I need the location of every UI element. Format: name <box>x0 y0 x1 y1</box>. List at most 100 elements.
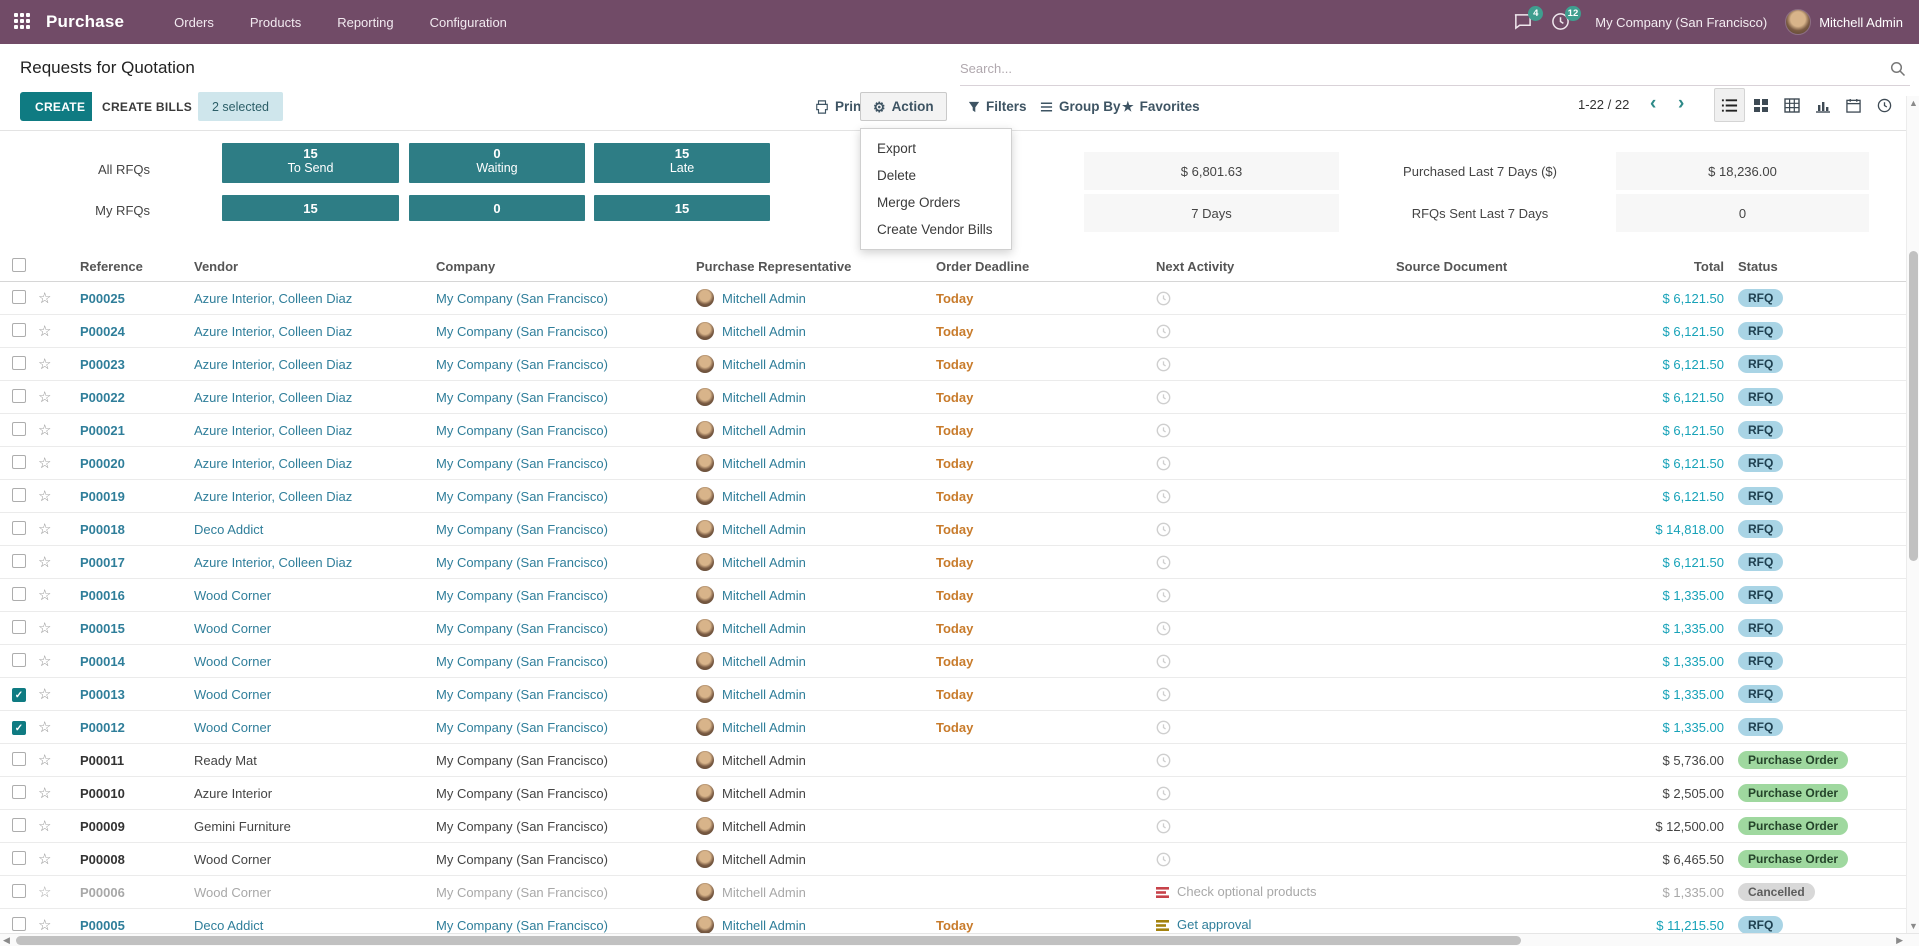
vendor-link[interactable]: Gemini Furniture <box>178 819 420 834</box>
purchase-representative[interactable]: Mitchell Admin <box>680 685 920 703</box>
table-row[interactable]: ✓ ☆ P00012 Wood Corner My Company (San Franc… <box>0 711 1919 744</box>
favorite-star-icon[interactable]: ☆ <box>38 586 64 604</box>
pager-previous-icon[interactable]: ‹ <box>1650 93 1656 115</box>
company-link[interactable]: My Company (San Francisco) <box>420 423 680 438</box>
purchase-representative[interactable]: Mitchell Admin <box>680 850 920 868</box>
next-activity-icon[interactable] <box>1140 521 1380 537</box>
table-row[interactable]: ☆ P00015 Wood Corner My Company (San Franci… <box>0 612 1919 645</box>
reference-link[interactable]: P00006 <box>64 885 178 900</box>
reference-link[interactable]: P00023 <box>64 357 178 372</box>
reference-link[interactable]: P00010 <box>64 786 178 801</box>
col-status[interactable]: Status <box>1730 259 1919 274</box>
activities-icon[interactable]: 12 <box>1551 6 1582 32</box>
col-source-document[interactable]: Source Document <box>1380 259 1600 274</box>
vendor-link[interactable]: Azure Interior, Colleen Diaz <box>178 489 420 504</box>
purchase-representative[interactable]: Mitchell Admin <box>680 883 920 901</box>
horizontal-scrollbar[interactable]: ◀ ▶ <box>0 933 1919 946</box>
favorite-star-icon[interactable]: ☆ <box>38 553 64 571</box>
all-rfqs-to-send-box[interactable]: 15 To Send <box>222 143 399 183</box>
row-checkbox[interactable] <box>0 619 38 637</box>
company-link[interactable]: My Company (San Francisco) <box>420 753 680 768</box>
row-checkbox[interactable] <box>0 520 38 538</box>
row-checkbox[interactable] <box>0 784 38 802</box>
company-link[interactable]: My Company (San Francisco) <box>420 291 680 306</box>
table-row[interactable]: ☆ P00019 Azure Interior, Colleen Diaz My Co… <box>0 480 1919 513</box>
calendar-view-button[interactable] <box>1838 88 1869 122</box>
vendor-link[interactable]: Wood Corner <box>178 621 420 636</box>
next-activity-icon[interactable] <box>1140 653 1380 669</box>
next-activity-icon[interactable] <box>1140 422 1380 438</box>
reference-link[interactable]: P00025 <box>64 291 178 306</box>
table-row[interactable]: ☆ P00023 Azure Interior, Colleen Diaz My Co… <box>0 348 1919 381</box>
col-reference[interactable]: Reference <box>64 259 178 274</box>
next-activity-icon[interactable] <box>1140 554 1380 570</box>
pivot-view-button[interactable] <box>1776 88 1807 122</box>
table-row[interactable]: ☆ P00008 Wood Corner My Company (San Franci… <box>0 843 1919 876</box>
menu-configuration[interactable]: Configuration <box>416 9 521 36</box>
col-order-deadline[interactable]: Order Deadline <box>920 259 1140 274</box>
vendor-link[interactable]: Wood Corner <box>178 654 420 669</box>
table-row[interactable]: ☆ P00025 Azure Interior, Colleen Diaz My Co… <box>0 282 1919 315</box>
company-link[interactable]: My Company (San Francisco) <box>420 390 680 405</box>
purchase-representative[interactable]: Mitchell Admin <box>680 322 920 340</box>
company-link[interactable]: My Company (San Francisco) <box>420 357 680 372</box>
pager-next-icon[interactable]: › <box>1678 93 1684 115</box>
next-activity-icon[interactable] <box>1140 455 1380 471</box>
horizontal-scrollbar-thumb[interactable] <box>16 936 1521 945</box>
vendor-link[interactable]: Azure Interior <box>178 786 420 801</box>
table-row[interactable]: ☆ P00005 Deco Addict My Company (San Franci… <box>0 909 1919 933</box>
reference-link[interactable]: P00008 <box>64 852 178 867</box>
purchase-representative[interactable]: Mitchell Admin <box>680 388 920 406</box>
row-checkbox[interactable] <box>0 850 38 868</box>
table-row[interactable]: ☆ P00024 Azure Interior, Colleen Diaz My Co… <box>0 315 1919 348</box>
row-checkbox[interactable] <box>0 883 38 901</box>
vendor-link[interactable]: Azure Interior, Colleen Diaz <box>178 390 420 405</box>
vendor-link[interactable]: Azure Interior, Colleen Diaz <box>178 291 420 306</box>
menu-item-delete[interactable]: Delete <box>861 162 1011 189</box>
menu-products[interactable]: Products <box>236 9 315 36</box>
favorites-button[interactable]: ★ Favorites <box>1122 92 1200 121</box>
row-checkbox[interactable] <box>0 916 38 934</box>
vendor-link[interactable]: Azure Interior, Colleen Diaz <box>178 555 420 570</box>
action-button[interactable]: ⚙ Action <box>860 92 947 121</box>
row-checkbox[interactable] <box>0 454 38 472</box>
purchase-representative[interactable]: Mitchell Admin <box>680 817 920 835</box>
table-row[interactable]: ☆ P00010 Azure Interior My Company (San Fra… <box>0 777 1919 810</box>
vendor-link[interactable]: Azure Interior, Colleen Diaz <box>178 456 420 471</box>
table-row[interactable]: ☆ P00021 Azure Interior, Colleen Diaz My Co… <box>0 414 1919 447</box>
reference-link[interactable]: P00024 <box>64 324 178 339</box>
favorite-star-icon[interactable]: ☆ <box>38 388 64 406</box>
reference-link[interactable]: P00015 <box>64 621 178 636</box>
reference-link[interactable]: P00018 <box>64 522 178 537</box>
my-rfqs-late-box[interactable]: 15 <box>594 195 770 221</box>
vendor-link[interactable]: Ready Mat <box>178 753 420 768</box>
all-rfqs-waiting-box[interactable]: 0 Waiting <box>409 143 585 183</box>
group-by-button[interactable]: Group By <box>1040 92 1121 121</box>
favorite-star-icon[interactable]: ☆ <box>38 289 64 307</box>
company-link[interactable]: My Company (San Francisco) <box>420 885 680 900</box>
col-company[interactable]: Company <box>420 259 680 274</box>
menu-orders[interactable]: Orders <box>160 9 228 36</box>
reference-link[interactable]: P00009 <box>64 819 178 834</box>
row-checkbox[interactable] <box>0 751 38 769</box>
table-row[interactable]: ☆ P00016 Wood Corner My Company (San Franci… <box>0 579 1919 612</box>
table-row[interactable]: ☆ P00014 Wood Corner My Company (San Franci… <box>0 645 1919 678</box>
reference-link[interactable]: P00019 <box>64 489 178 504</box>
next-activity-icon[interactable] <box>1140 719 1380 735</box>
purchase-representative[interactable]: Mitchell Admin <box>680 355 920 373</box>
table-row[interactable]: ☆ P00022 Azure Interior, Colleen Diaz My Co… <box>0 381 1919 414</box>
company-link[interactable]: My Company (San Francisco) <box>420 489 680 504</box>
company-link[interactable]: My Company (San Francisco) <box>420 918 680 933</box>
favorite-star-icon[interactable]: ☆ <box>38 322 64 340</box>
next-activity-icon[interactable] <box>1140 620 1380 636</box>
purchase-representative[interactable]: Mitchell Admin <box>680 454 920 472</box>
user-menu[interactable]: Mitchell Admin <box>1785 9 1903 35</box>
my-rfqs-waiting-box[interactable]: 0 <box>409 195 585 221</box>
company-link[interactable]: My Company (San Francisco) <box>420 621 680 636</box>
purchase-representative[interactable]: Mitchell Admin <box>680 916 920 933</box>
company-link[interactable]: My Company (San Francisco) <box>420 555 680 570</box>
favorite-star-icon[interactable]: ☆ <box>38 916 64 933</box>
search-icon[interactable] <box>1890 61 1906 77</box>
menu-item-export[interactable]: Export <box>861 135 1011 162</box>
row-checkbox[interactable] <box>0 388 38 406</box>
